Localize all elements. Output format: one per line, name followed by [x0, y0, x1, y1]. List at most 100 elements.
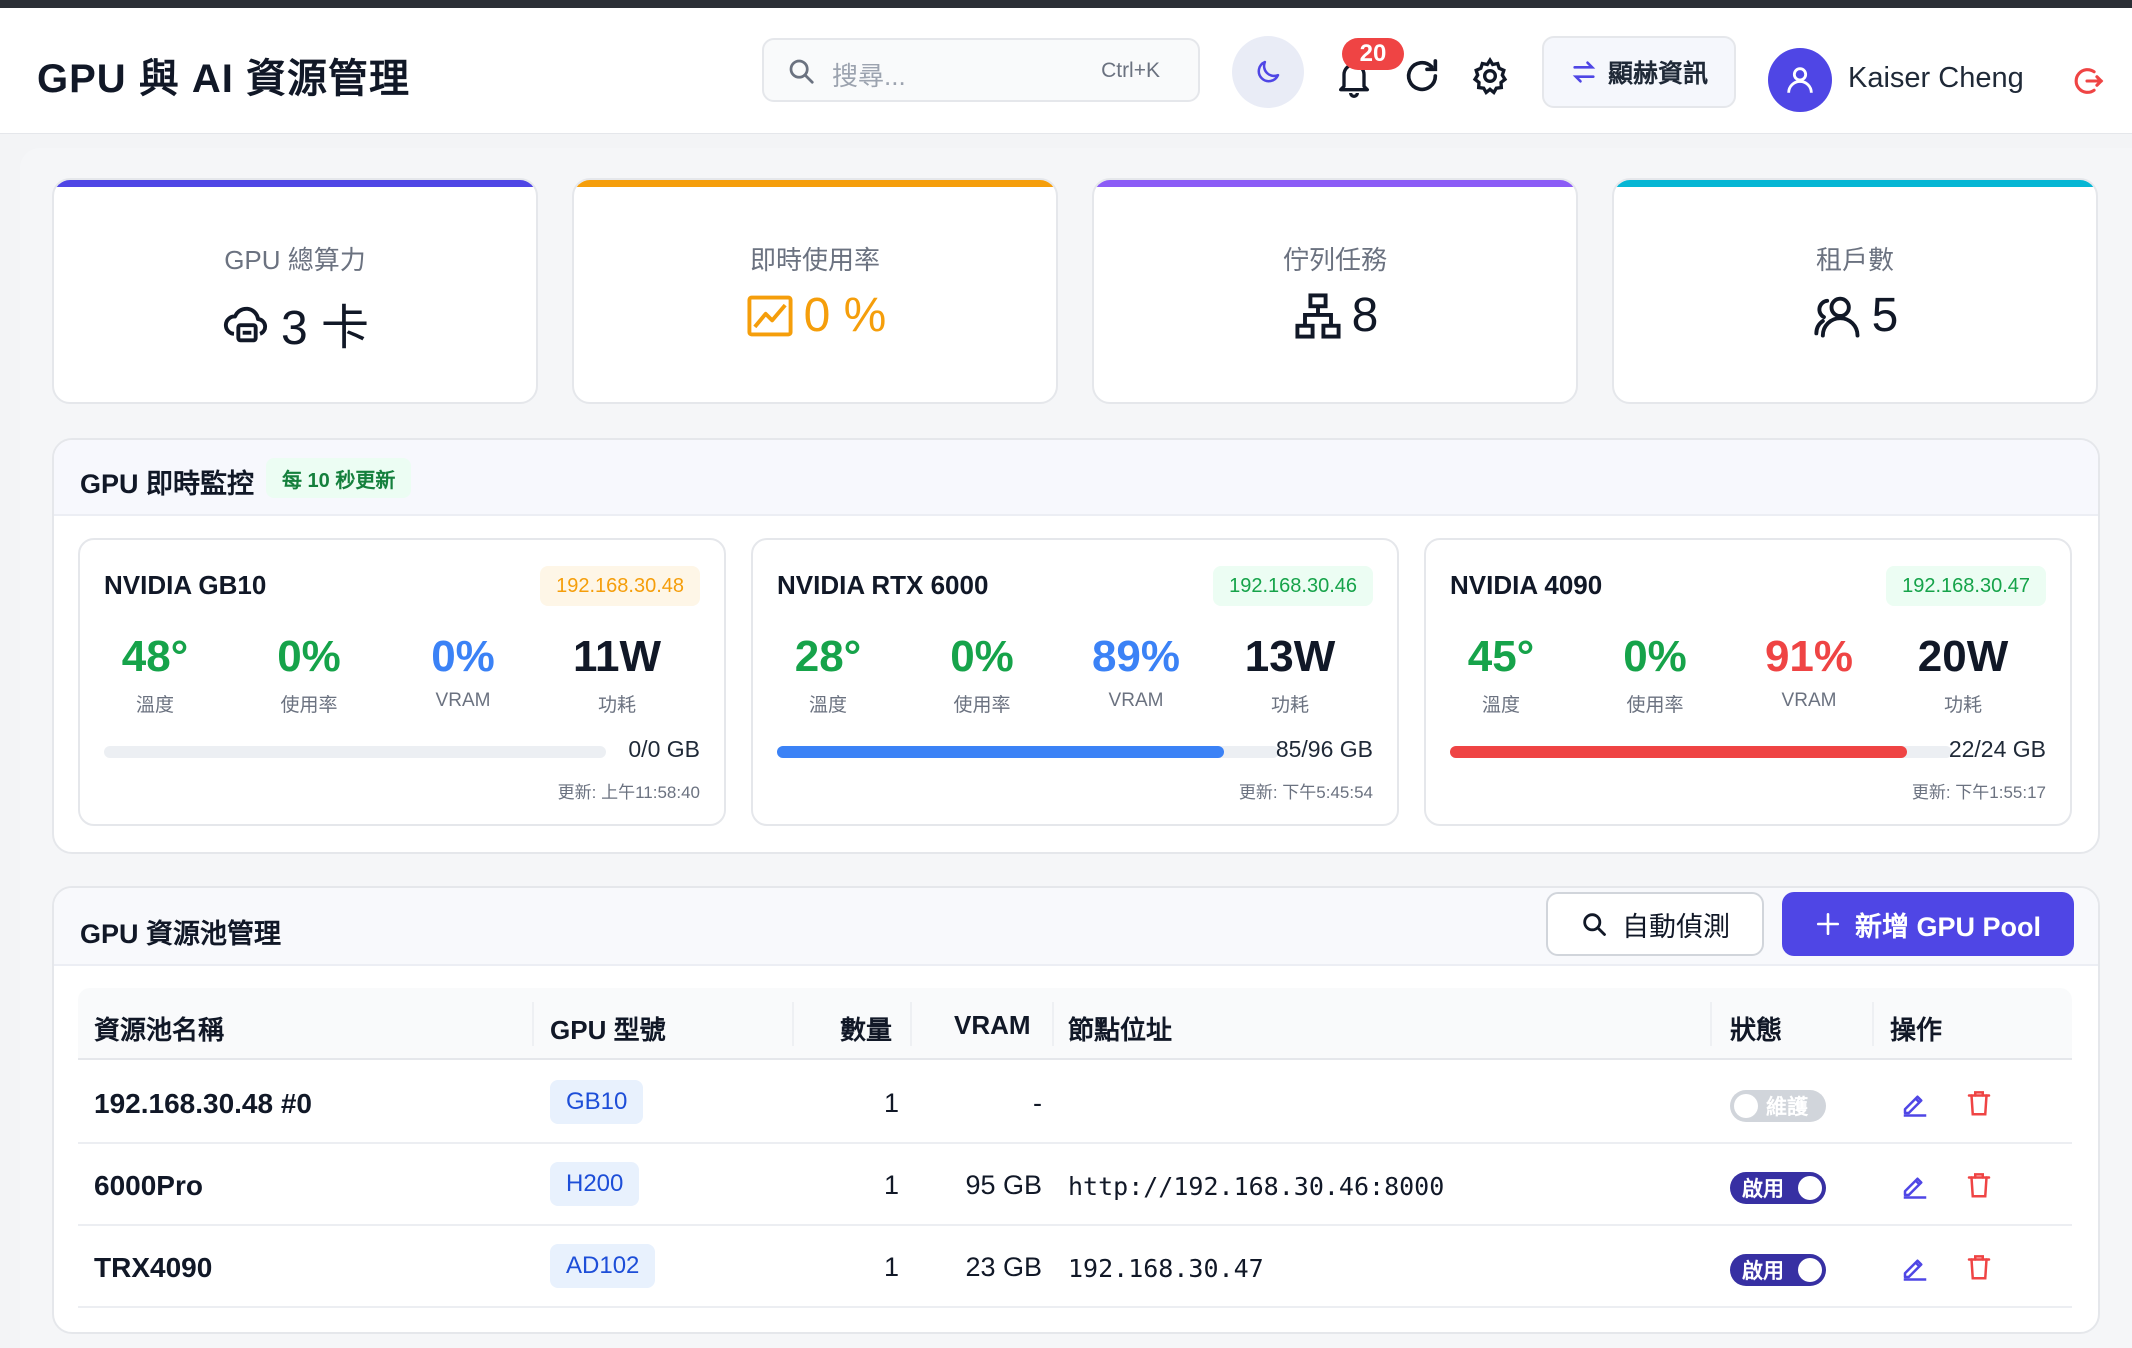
stat-label: GPU 總算力: [224, 245, 366, 275]
trash-icon[interactable]: [1964, 1088, 1994, 1118]
edit-icon[interactable]: [1900, 1088, 1930, 1118]
edit-icon[interactable]: [1900, 1252, 1930, 1282]
column-header-model: GPU 型號: [550, 1015, 666, 1045]
gpu-model-tag: AD102: [550, 1244, 656, 1288]
usage-metric-value: 0%: [1623, 632, 1687, 681]
updated-timestamp: 更新: 下午5:45:54: [1238, 783, 1373, 802]
column-header-address: 節點位址: [1068, 1015, 1173, 1045]
refresh-interval-badge: 每 10 秒更新: [266, 458, 412, 498]
users-icon: [1814, 296, 1860, 337]
user-name: Kaiser Cheng: [1848, 62, 2024, 94]
vram-progress-fill: [777, 746, 1224, 758]
toggle-knob: [1734, 1094, 1758, 1118]
vram-progress-fill: [1450, 746, 1907, 758]
power-metric: 13W 功耗: [1215, 632, 1365, 717]
stat-accent: [1094, 180, 1576, 187]
theme-toggle-button[interactable]: [1232, 36, 1304, 108]
auto-detect-label: 自動偵測: [1622, 911, 1730, 942]
stat-label: 即時使用率: [749, 245, 880, 275]
status-toggle[interactable]: 維護: [1730, 1090, 1826, 1122]
power-metric-label: 功耗: [597, 695, 636, 716]
stat-card-usage: 即時使用率 0 %: [572, 178, 1058, 404]
swap-icon: [1572, 61, 1596, 83]
vram-metric-label: VRAM: [1108, 690, 1164, 711]
search-placeholder: 搜尋...: [832, 61, 906, 91]
column-header-actions: 操作: [1890, 1015, 1943, 1045]
updated-timestamp: 更新: 下午1:55:17: [1911, 783, 2046, 802]
gpu-count: 1: [884, 1252, 900, 1282]
usage-metric-label: 使用率: [1626, 695, 1684, 716]
panel-title: GPU 即時監控: [80, 469, 255, 499]
moon-icon: [1257, 60, 1280, 83]
app-header: GPU 與 AI 資源管理 搜尋... Ctrl+K 20 顯赫資訊 Kaise…: [0, 8, 2132, 134]
trash-icon[interactable]: [1964, 1252, 1994, 1282]
temperature-metric-label: 溫度: [135, 695, 174, 716]
info-button[interactable]: 顯赫資訊: [1542, 36, 1736, 108]
gpu-card: NVIDIA GB10 192.168.30.48 48° 溫度 0% 使用率 …: [78, 538, 726, 826]
temperature-metric-value: 48°: [121, 632, 189, 681]
power-metric-label: 功耗: [1943, 695, 1982, 716]
trash-icon[interactable]: [1964, 1170, 1994, 1200]
info-button-label: 顯赫資訊: [1607, 60, 1708, 88]
column-header-count: 數量: [840, 1015, 893, 1045]
usage-metric: 0% 使用率: [1580, 632, 1730, 717]
column-divider: [910, 1002, 912, 1046]
plus-icon: [1816, 912, 1840, 936]
power-metric: 20W 功耗: [1888, 632, 2038, 717]
app-title: GPU 與 AI 資源管理: [37, 57, 411, 101]
edit-icon[interactable]: [1900, 1170, 1930, 1200]
vram-metric-value: 0%: [431, 632, 495, 681]
pool-name: 192.168.30.48 #0: [94, 1088, 312, 1119]
auto-detect-button[interactable]: 自動偵測: [1546, 892, 1764, 956]
vram-metric-value: 91%: [1764, 632, 1854, 681]
temperature-metric-label: 溫度: [1481, 695, 1520, 716]
stat-value: 3 卡: [280, 302, 370, 355]
status-toggle[interactable]: 啟用: [1730, 1172, 1826, 1204]
node-address: 192.168.30.47: [1068, 1254, 1264, 1283]
vram-value: 23 GB: [965, 1252, 1042, 1282]
vram-progress-bar: [1450, 746, 1952, 758]
status-toggle[interactable]: 啟用: [1730, 1254, 1826, 1286]
gpu-model-tag: H200: [550, 1162, 640, 1206]
usage-metric-value: 0%: [950, 632, 1014, 681]
vram-metric: 91% VRAM: [1734, 632, 1884, 712]
search-input[interactable]: 搜尋... Ctrl+K: [762, 38, 1200, 102]
vram-usage-text: 22/24 GB: [1948, 736, 2046, 762]
temperature-metric-value: 28°: [794, 632, 862, 681]
stat-value: 0 %: [803, 289, 887, 342]
search-icon: [1583, 913, 1606, 936]
stat-value: 8: [1351, 289, 1379, 342]
add-gpu-pool-label: 新增 GPU Pool: [1854, 911, 2041, 942]
temperature-metric: 48° 溫度: [80, 632, 230, 717]
temperature-metric-label: 溫度: [808, 695, 847, 716]
vram-metric-label: VRAM: [1781, 690, 1837, 711]
usage-metric: 0% 使用率: [234, 632, 384, 717]
logout-icon[interactable]: [2070, 64, 2104, 98]
gear-icon[interactable]: [1470, 56, 1510, 96]
add-gpu-pool-button[interactable]: 新增 GPU Pool: [1782, 892, 2074, 956]
table-header: 資源池名稱 GPU 型號 數量 VRAM 節點位址 狀態 操作: [78, 988, 2072, 1060]
refresh-icon[interactable]: [1402, 56, 1442, 96]
gpu-name: NVIDIA 4090: [1450, 570, 1603, 600]
gpu-ip-badge: 192.168.30.48: [540, 566, 700, 606]
status-label: 啟用: [1742, 1178, 1784, 1201]
vram-usage-text: 85/96 GB: [1275, 736, 1373, 762]
gpu-card: NVIDIA RTX 6000 192.168.30.46 28° 溫度 0% …: [751, 538, 1399, 826]
avatar[interactable]: [1768, 48, 1832, 112]
vram-metric-value: 89%: [1091, 632, 1181, 681]
column-divider: [1872, 1002, 1874, 1046]
vram-value: -: [1033, 1088, 1042, 1118]
node-address: http://192.168.30.46:8000: [1068, 1172, 1445, 1201]
gpu-ip-badge: 192.168.30.47: [1886, 566, 2046, 606]
stat-accent: [54, 180, 536, 187]
power-metric-value: 20W: [1917, 632, 2009, 681]
vram-metric: 0% VRAM: [388, 632, 538, 712]
column-header-vram: VRAM: [954, 1010, 1031, 1040]
power-metric-value: 11W: [572, 632, 662, 681]
temperature-metric: 45° 溫度: [1426, 632, 1576, 717]
status-label: 啟用: [1742, 1260, 1784, 1283]
stat-accent: [574, 180, 1056, 187]
gpu-name: NVIDIA GB10: [104, 570, 267, 600]
column-divider: [1052, 1002, 1054, 1046]
panel-title: GPU 資源池管理: [80, 919, 282, 949]
